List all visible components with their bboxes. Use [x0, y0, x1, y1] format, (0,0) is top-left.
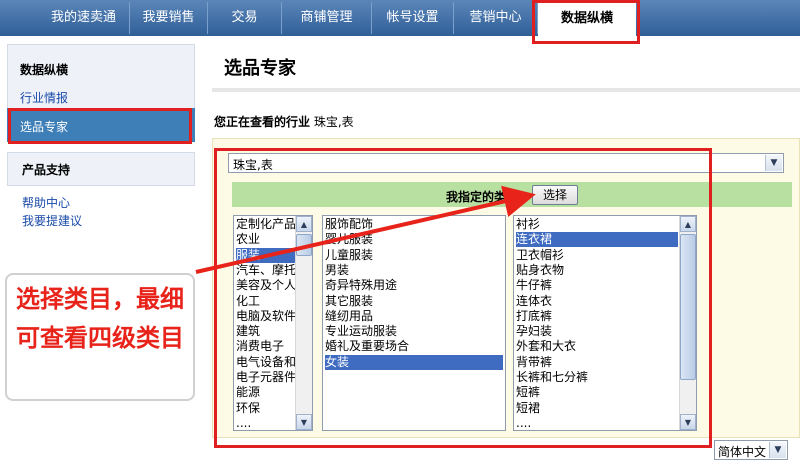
sidebar-item-suggest[interactable]: 我要提建议	[22, 212, 82, 229]
tab-sell[interactable]: 我要销售	[130, 2, 208, 34]
current-industry-value: 珠宝,表	[313, 115, 354, 129]
current-industry: 您正在查看的行业 珠宝,表	[214, 113, 354, 130]
annotation-callout-text: 选择类目，最细可查看四级类目	[16, 285, 184, 352]
chevron-down-icon[interactable]: ▼	[769, 442, 786, 458]
chevron-down-icon[interactable]: ▼	[765, 155, 782, 171]
language-select[interactable]: 简体中文 ▼	[714, 440, 788, 460]
tab-account-settings[interactable]: 帐号设置	[372, 2, 454, 34]
category-lists-highlight	[214, 148, 712, 448]
sidebar-item-help[interactable]: 帮助中心	[22, 194, 70, 211]
active-tab-highlight	[532, 0, 640, 44]
page-title: 选品专家	[224, 58, 296, 79]
sidebar-item-industry[interactable]: 行业情报	[20, 89, 68, 106]
tab-store-management[interactable]: 商铺管理	[282, 2, 372, 34]
tab-my-aliexpress[interactable]: 我的速卖通	[38, 2, 130, 34]
sidebar-section-title: 数据纵横	[20, 63, 69, 77]
current-industry-label: 您正在查看的行业	[214, 115, 311, 129]
sidebar-support-title: 产品支持	[22, 163, 71, 177]
tab-marketing-center[interactable]: 营销中心	[454, 2, 538, 34]
top-nav: 我的速卖通 我要销售 交易 商铺管理 帐号设置 营销中心 数据纵横	[0, 0, 800, 44]
tab-trade[interactable]: 交易	[208, 2, 282, 34]
title-divider	[212, 88, 800, 92]
language-select-value: 简体中文	[718, 445, 767, 459]
sidebar-selected-highlight	[8, 108, 192, 144]
